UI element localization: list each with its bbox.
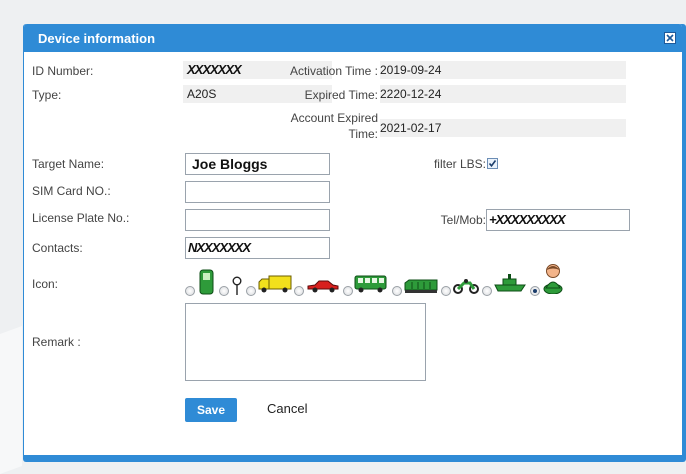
dialog-titlebar[interactable]: Device information [24,24,682,52]
map-pin-icon [232,276,242,295]
expired-time-label: Expired Time: [304,88,378,102]
cancel-button[interactable]: Cancel [267,401,307,416]
icon-radio-ship[interactable] [482,286,492,296]
tel-mob-input[interactable]: +XXXXXXXXX [486,209,630,231]
account-expired-label-time: Time: [348,127,378,141]
fuel-pump-icon [199,269,214,295]
icon-radio-person[interactable] [530,286,540,296]
train-icon [404,279,438,293]
account-expired-value: 2021-02-17 [380,119,626,137]
car-icon [307,280,339,293]
filter-lbs-checkbox[interactable] [487,158,498,169]
expired-time-value: 2220-12-24 [380,85,626,103]
activation-time-value: 2019-09-24 [380,61,626,79]
bus-icon [354,275,387,293]
license-plate-label: License Plate No.: [32,211,130,225]
motorcycle-icon [453,279,479,294]
sim-card-label: SIM Card NO.: [32,184,111,198]
sim-card-input[interactable] [185,181,330,203]
remark-label: Remark : [32,335,81,349]
truck-icon [258,275,292,293]
dialog-title: Device information [38,31,156,46]
dialog-body: Device information ID Number: XXXXXXX Ac… [24,24,682,455]
device-info-dialog: Device information ID Number: XXXXXXX Ac… [23,24,686,462]
type-label: Type: [32,88,62,102]
close-icon[interactable] [664,32,676,44]
icon-radio-truck[interactable] [246,286,256,296]
contacts-input[interactable]: NXXXXXXX [185,237,330,259]
icon-radio-car[interactable] [294,286,304,296]
icon-radio-motorcycle[interactable] [441,286,451,296]
account-expired-label: Account Expired [290,111,378,125]
background-stroke [0,325,22,474]
icon-radio-fuel[interactable] [185,286,195,296]
filter-lbs-label: filter LBS: [433,157,486,171]
save-button[interactable]: Save [185,398,237,422]
activation-time-label: Activation Time : [289,64,378,78]
icon-radio-pin[interactable] [219,286,229,296]
person-icon [543,264,563,294]
tel-mob-label: Tel/Mob: [440,213,486,227]
icon-radio-train[interactable] [392,286,402,296]
target-name-input[interactable]: Joe Bloggs [185,153,330,175]
icon-radio-bus[interactable] [343,286,353,296]
icon-label: Icon: [32,277,59,291]
id-number-label: ID Number: [32,64,94,78]
ship-icon [494,274,526,292]
contacts-label: Contacts: [32,241,83,255]
target-name-label: Target Name: [32,157,105,171]
remark-textarea[interactable] [185,303,426,381]
license-plate-input[interactable] [185,209,330,231]
